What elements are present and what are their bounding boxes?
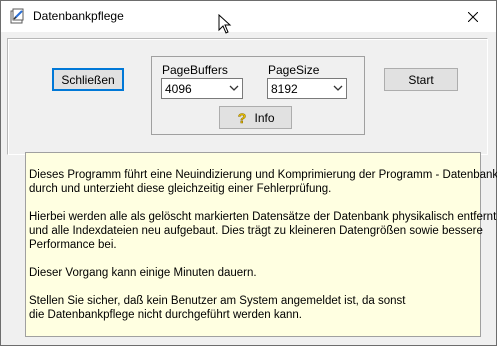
info-line: durch und unterzieht diese gleichzeitig … (29, 183, 332, 195)
info-line: Dieses Programm führt eine Neuindizierun… (29, 169, 497, 181)
page-size-value: 8192 (271, 82, 298, 96)
info-paragraph: Dieser Vorgang kann einige Minuten dauer… (29, 266, 480, 280)
chevron-down-icon (229, 85, 239, 91)
chevron-down-icon (333, 85, 343, 91)
close-window-button[interactable] (450, 1, 496, 32)
info-line: Stellen Sie sicher, daß kein Benutzer am… (29, 295, 406, 307)
page-buffers-select[interactable]: 4096 (161, 78, 243, 99)
info-line: Performance bei. (29, 239, 117, 251)
schliessen-button-label: Schließen (61, 72, 115, 87)
info-paragraph: Hierbei werden alle als gelöscht markier… (29, 210, 496, 252)
title-bar[interactable]: Datenbankpflege (1, 1, 496, 32)
info-button[interactable]: ? Info (219, 106, 292, 129)
info-line: Dieser Vorgang kann einige Minuten dauer… (29, 267, 257, 279)
page-size-label: PageSize (268, 63, 320, 77)
info-button-label: Info (254, 110, 275, 125)
question-mark-icon: ? (238, 111, 247, 125)
close-icon (468, 11, 478, 22)
info-paragraph: Dieses Programm führt eine Neuindizierun… (29, 168, 497, 196)
svg-text:?: ? (238, 111, 247, 125)
page-buffers-value: 4096 (165, 82, 192, 96)
dialog-window: Datenbankpflege Schließen Start PageBuff… (0, 0, 497, 346)
page-buffers-label: PageBuffers (162, 63, 228, 77)
info-text-panel: Dieses Programm führt eine Neuindizierun… (25, 152, 497, 337)
info-line: und alle Indexdateien neu aufgebaut. Die… (29, 225, 483, 237)
window-title: Datenbankpflege (33, 9, 124, 23)
database-app-icon (9, 8, 25, 24)
start-button-label: Start (408, 72, 434, 87)
page-size-select[interactable]: 8192 (267, 78, 347, 99)
schliessen-button[interactable]: Schließen (52, 68, 124, 91)
info-line: die Datenbankpflege nicht durchgeführt w… (29, 309, 302, 321)
info-paragraph: Stellen Sie sicher, daß kein Benutzer am… (29, 294, 480, 322)
mouse-pointer-icon (218, 14, 232, 34)
info-line: Hierbei werden alle als gelöscht markier… (29, 211, 497, 223)
start-button[interactable]: Start (384, 68, 458, 91)
dialog-content: Schließen Start PageBuffers 4096 PageSiz… (4, 32, 497, 340)
